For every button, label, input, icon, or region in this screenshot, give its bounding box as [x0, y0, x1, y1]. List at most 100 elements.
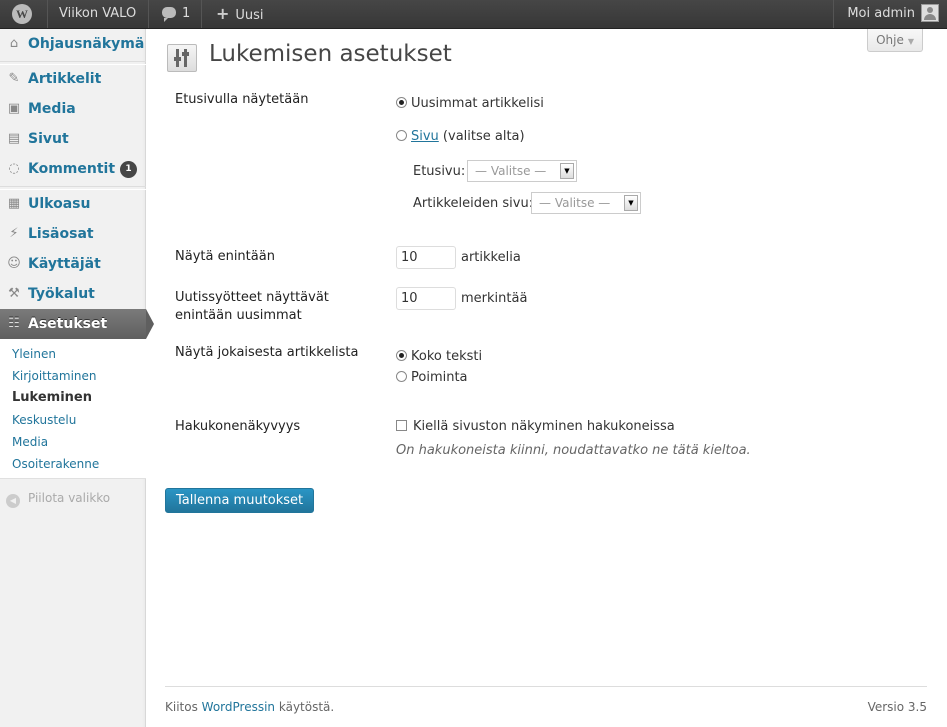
settings-page-icon	[167, 44, 197, 72]
users-icon: ☺	[7, 256, 21, 271]
feed-items-label-line2: enintään uusimmat	[175, 308, 302, 323]
help-tab-button[interactable]: Ohje ▼	[867, 29, 923, 52]
comments-count: 1	[182, 6, 191, 21]
radio-static-page-suffix: (valitse alta)	[438, 129, 525, 144]
menu-item-dashboard[interactable]: ⌂ Ohjausnäkymä	[0, 29, 146, 59]
admin-menu: ⌂ Ohjausnäkymä ✎ Artikkelit ▣ Media ▤ Sivut …	[0, 29, 154, 727]
account-greeting: Moi admin	[847, 6, 915, 21]
menu-item-pages[interactable]: ▤ Sivut	[0, 124, 146, 154]
comments-badge: 1	[120, 161, 138, 178]
radio-latest-posts[interactable]	[396, 97, 407, 108]
footer-thanks-suffix: käytöstä.	[275, 700, 335, 714]
chevron-down-icon: ▼	[624, 195, 638, 211]
front-page-label: Etusivulla näytetään	[175, 92, 309, 107]
menu-item-label: Lisäosat	[28, 226, 94, 242]
comments-icon: ◌	[8, 161, 20, 176]
tools-icon: ⚒	[8, 286, 20, 301]
save-changes-button[interactable]: Tallenna muutokset	[165, 488, 315, 513]
plugins-icon: ⚡	[9, 226, 19, 241]
menu-item-media[interactable]: ▣ Media	[0, 94, 146, 124]
menu-item-label: Ohjausnäkymä	[28, 36, 145, 52]
pin-icon: ✎	[8, 71, 20, 86]
footer-thanks-prefix: Kiitos	[165, 700, 202, 714]
menu-item-comments[interactable]: ◌ Kommentit 1	[0, 154, 146, 184]
radio-summary[interactable]	[396, 371, 407, 382]
visibility-checkbox-row[interactable]: Kiellä sivuston näkyminen hakukoneissa	[396, 418, 675, 436]
wordpress-link[interactable]: WordPressin	[202, 700, 275, 714]
new-content-menu[interactable]: + Uusi	[203, 0, 283, 28]
settings-icon: ☷	[8, 316, 20, 331]
appearance-icon: ▦	[7, 196, 21, 211]
footer-divider	[165, 686, 927, 687]
discourage-search-checkbox[interactable]	[396, 420, 407, 431]
menu-item-appearance[interactable]: ▦ Ulkoasu	[0, 189, 146, 219]
my-account-menu[interactable]: Moi admin	[833, 0, 947, 28]
radio-latest-posts-label: Uusimmat artikkelisi	[411, 96, 544, 111]
posts-per-page-unit: artikkelia	[461, 250, 521, 265]
posts-page-select-value: — Valitse —	[539, 196, 611, 210]
menu-item-label: Media	[28, 101, 76, 117]
radio-summary-row[interactable]: Poiminta	[396, 369, 468, 387]
pages-icon: ▤	[7, 131, 21, 146]
settings-submenu: Yleinen Kirjoittaminen Lukeminen Keskust…	[0, 339, 146, 479]
radio-full-text-row[interactable]: Koko teksti	[396, 348, 482, 366]
menu-item-label: Artikkelit	[28, 71, 102, 87]
posts-page-select-label: Artikkeleiden sivu:	[413, 196, 534, 211]
page-title: Lukemisen asetukset	[209, 41, 452, 67]
help-tab-label: Ohje	[876, 33, 904, 47]
radio-full-text-label: Koko teksti	[411, 349, 483, 364]
site-name: Viikon VALO	[59, 6, 137, 21]
feed-items-input[interactable]: 10	[396, 287, 456, 310]
plus-icon: +	[216, 4, 230, 23]
feed-items-unit: merkintää	[461, 291, 528, 306]
front-page-select[interactable]: — Valitse — ▼	[467, 160, 577, 182]
site-name-link[interactable]: Viikon VALO	[48, 0, 149, 28]
collapse-arrow-icon: ◀	[6, 494, 20, 508]
pages-link[interactable]: Sivu	[411, 129, 439, 144]
radio-static-page[interactable]	[396, 130, 407, 141]
front-page-select-label: Etusivu:	[413, 164, 466, 179]
menu-item-label: Kommentit	[28, 161, 116, 177]
submenu-item-reading[interactable]: Lukeminen	[12, 387, 92, 409]
menu-item-label: Työkalut	[28, 286, 95, 302]
chevron-down-icon: ▼	[907, 37, 914, 46]
footer-version: Versio 3.5	[867, 700, 927, 714]
feed-items-label-line1: Uutissyötteet näyttävät	[175, 290, 329, 305]
wordpress-logo-menu[interactable]: W	[0, 0, 48, 28]
collapse-label: Piilota valikko	[28, 491, 111, 505]
submenu-item-writing[interactable]: Kirjoittaminen	[12, 365, 97, 387]
radio-full-text[interactable]	[396, 350, 407, 361]
menu-item-tools[interactable]: ⚒ Työkalut	[0, 279, 146, 309]
posts-page-select[interactable]: — Valitse — ▼	[531, 192, 641, 214]
menu-item-label: Asetukset	[28, 316, 108, 332]
comment-bubble-icon	[162, 7, 176, 22]
menu-item-settings[interactable]: ☷ Asetukset	[0, 309, 154, 339]
menu-item-posts[interactable]: ✎ Artikkelit	[0, 64, 146, 94]
avatar	[921, 4, 939, 22]
media-icon: ▣	[7, 101, 21, 116]
posts-per-page-input[interactable]: 10	[396, 246, 456, 269]
footer-thanks: Kiitos WordPressin käytöstä.	[165, 699, 334, 715]
submenu-item-discussion[interactable]: Keskustelu	[12, 409, 76, 431]
radio-summary-label: Poiminta	[411, 370, 468, 385]
menu-item-plugins[interactable]: ⚡ Lisäosat	[0, 219, 146, 249]
discourage-search-label: Kiellä sivuston näkyminen hakukoneissa	[413, 419, 675, 434]
comments-link[interactable]: 1	[150, 0, 202, 28]
menu-item-label: Sivut	[28, 131, 69, 147]
feed-content-label: Näytä jokaisesta artikkelista	[175, 345, 359, 360]
submenu-item-media[interactable]: Media	[12, 431, 48, 453]
menu-item-users[interactable]: ☺ Käyttäjät	[0, 249, 146, 279]
radio-latest-posts-row[interactable]: Uusimmat artikkelisi	[396, 95, 544, 113]
submenu-item-general[interactable]: Yleinen	[12, 343, 56, 365]
radio-static-page-row[interactable]: Sivu (valitse alta)	[396, 128, 525, 146]
submenu-item-permalinks[interactable]: Osoiterakenne	[12, 453, 99, 475]
menu-item-label: Käyttäjät	[28, 256, 101, 272]
new-label: Uusi	[235, 8, 264, 23]
menu-item-label: Ulkoasu	[28, 196, 91, 212]
posts-per-page-label: Näytä enintään	[175, 249, 275, 264]
collapse-menu-button[interactable]: ◀ Piilota valikko	[6, 487, 110, 509]
admin-bar: W Viikon VALO 1 + Uusi Moi admin	[0, 0, 947, 29]
front-page-select-value: — Valitse —	[475, 164, 547, 178]
visibility-hint: On hakukoneista kiinni, noudattavatko ne…	[396, 443, 751, 458]
visibility-label: Hakukonenäkyvyys	[175, 419, 301, 434]
